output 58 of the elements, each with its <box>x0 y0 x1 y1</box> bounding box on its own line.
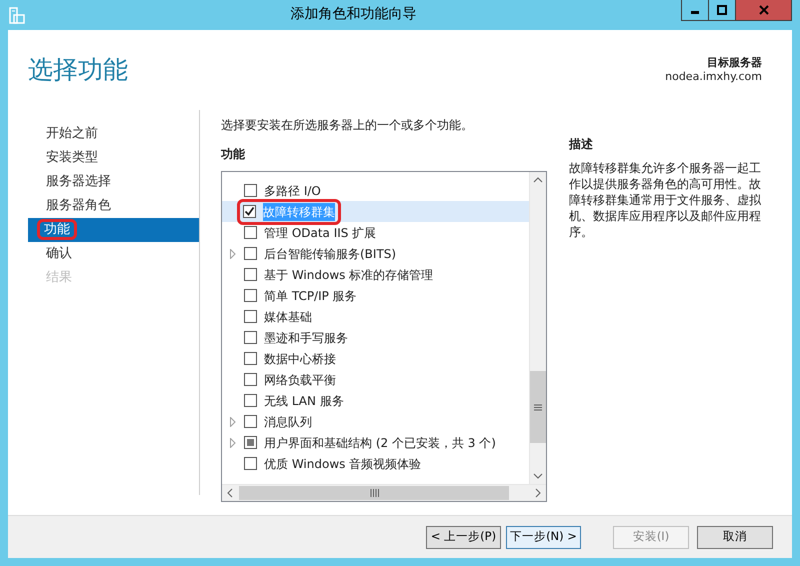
horizontal-scrollbar-thumb[interactable] <box>239 486 509 500</box>
checkbox[interactable] <box>244 310 257 323</box>
expand-icon[interactable] <box>230 416 236 426</box>
app-icon <box>8 7 26 25</box>
maximize-button[interactable] <box>709 0 736 21</box>
checkbox[interactable] <box>244 331 257 344</box>
sidebar-item[interactable]: 服务器角色 <box>28 194 199 218</box>
feature-label: 多路径 I/O <box>264 182 321 200</box>
scrollbar-thumb[interactable] <box>530 371 546 443</box>
wizard-button[interactable]: 下一步(N) > <box>506 526 581 548</box>
check-icon <box>244 206 255 217</box>
features-heading: 功能 <box>221 147 245 161</box>
checkbox[interactable] <box>244 247 257 260</box>
feature-label: 用户界面和基础结构 (2 个已安装，共 3 个) <box>264 434 496 452</box>
checkbox[interactable] <box>244 184 257 197</box>
feature-label: 管理 OData IIS 扩展 <box>264 224 376 242</box>
sidebar-item[interactable]: 功能 <box>28 218 199 242</box>
feature-label: 媒体基础 <box>264 308 312 326</box>
wizard-button[interactable]: 取消 <box>697 526 773 548</box>
features-list[interactable]: 多路径 I/O 故障转移群集 管理 OData IIS 扩展 后台智能传输服务(BITS) 基于 Windows 标准的存储管理 简单 TCP/IP 服务 媒体基础 墨迹和手写服务 数据中心桥接 网络负载平衡 无线 LAN 服务 消息队列 用户界面和基础结构 (2 个已安装，共 3 个) 优质 Windows 音频视频体验 <box>221 171 547 502</box>
instruction-text: 选择要安装在所选服务器上的一个或多个功能。 <box>221 117 473 134</box>
feature-label: 后台智能传输服务(BITS) <box>264 246 396 262</box>
checkbox[interactable] <box>244 373 257 386</box>
feature-label: 消息队列 <box>264 414 312 430</box>
checkbox[interactable] <box>243 205 256 218</box>
checkbox[interactable] <box>244 394 257 407</box>
close-icon <box>758 5 768 15</box>
feature-label: 数据中心桥接 <box>264 350 336 368</box>
feature-label: 无线 LAN 服务 <box>264 392 344 410</box>
window-title: 添加角色和功能向导 <box>290 6 416 22</box>
feature-label: 优质 Windows 音频视频体验 <box>264 456 422 472</box>
checkbox[interactable] <box>244 415 257 428</box>
target-server-label: 目标服务器 <box>707 56 762 70</box>
feature-label: 基于 Windows 标准的存储管理 <box>264 266 434 284</box>
expand-icon[interactable] <box>230 438 236 448</box>
checkbox[interactable] <box>244 457 257 470</box>
close-button[interactable] <box>736 0 792 21</box>
description-text: 故障转移群集允许多个服务器一起工作以提供服务器角色的高可用性。故障转移群集通常用于文件服务、虚拟机、数据库应用程序以及邮件应用程序。 <box>569 160 762 240</box>
feature-label: 故障转移群集 <box>263 202 335 220</box>
sidebar-item[interactable]: 确认 <box>28 242 199 266</box>
sidebar-item[interactable]: 开始之前 <box>28 122 199 146</box>
page-title: 选择功能 <box>28 54 128 86</box>
target-server-name: nodea.imxhy.com <box>665 70 762 84</box>
sidebar-item[interactable]: 安装类型 <box>28 146 199 170</box>
checkbox[interactable] <box>244 352 257 365</box>
feature-label: 墨迹和手写服务 <box>264 330 348 346</box>
feature-label: 网络负载平衡 <box>264 372 336 388</box>
minimize-button[interactable] <box>681 0 709 21</box>
sidebar-item[interactable]: 服务器选择 <box>28 170 199 194</box>
checkbox[interactable] <box>244 268 257 281</box>
maximize-icon <box>717 5 727 15</box>
highlight-frame: 功能 <box>40 222 74 237</box>
wizard-button[interactable]: < 上一步(P) <box>426 526 501 548</box>
expand-icon[interactable] <box>230 248 236 258</box>
checkbox[interactable] <box>244 226 257 239</box>
feature-label: 简单 TCP/IP 服务 <box>264 288 357 304</box>
checkbox[interactable] <box>244 289 257 302</box>
description-heading: 描述 <box>569 137 593 151</box>
